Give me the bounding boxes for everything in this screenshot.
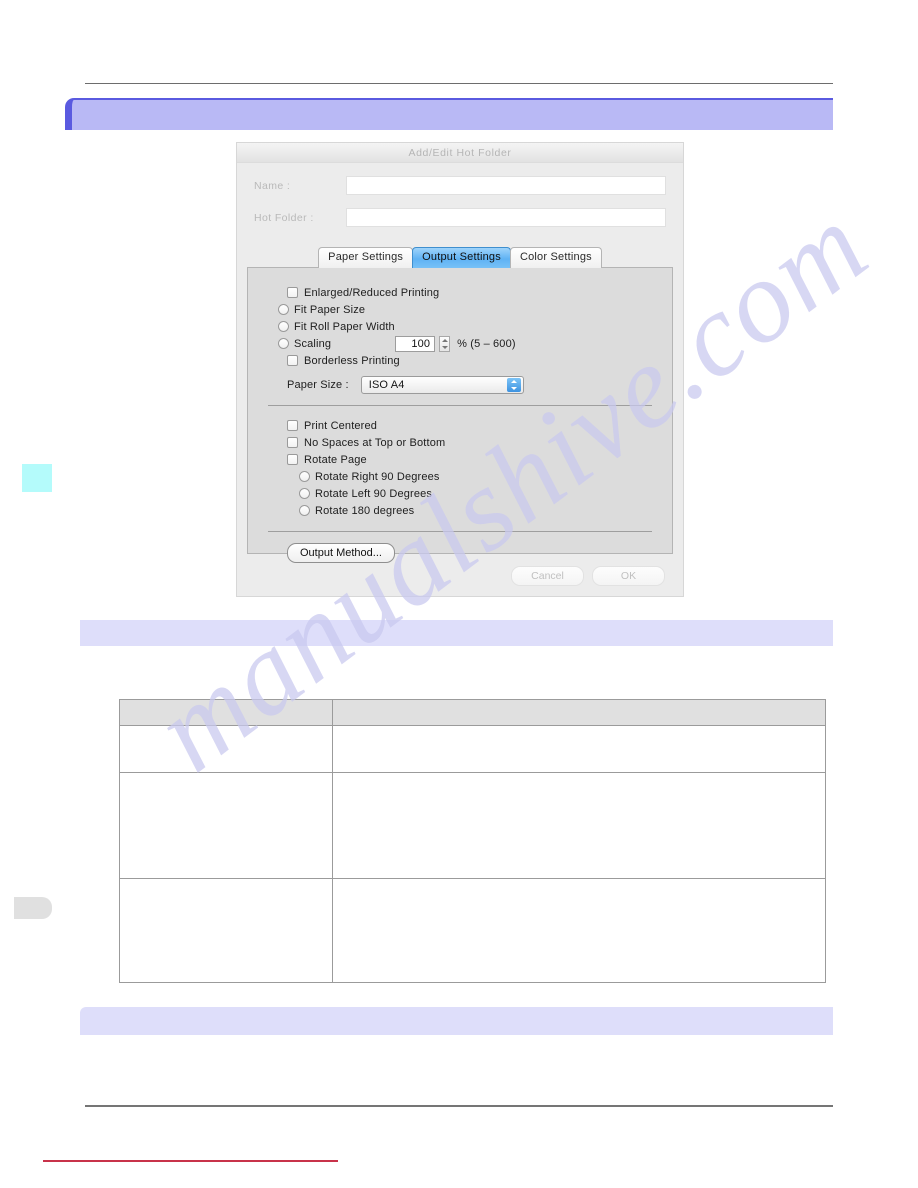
no-spaces-label: No Spaces at Top or Bottom bbox=[304, 436, 446, 449]
scaling-range-note: % (5 – 600) bbox=[457, 337, 516, 350]
checkbox-icon[interactable] bbox=[287, 437, 298, 448]
section-banner-header bbox=[65, 98, 833, 130]
fit-paper-size-label: Fit Paper Size bbox=[294, 303, 366, 316]
output-settings-panel: Enlarged/Reduced Printing Fit Paper Size… bbox=[247, 267, 673, 563]
panel-divider-top bbox=[268, 405, 652, 406]
page-top-rule bbox=[85, 83, 833, 84]
ok-button[interactable]: OK bbox=[592, 566, 665, 586]
name-field-label: Name : bbox=[254, 179, 291, 192]
content-table bbox=[119, 699, 826, 983]
radio-icon[interactable] bbox=[278, 321, 289, 332]
dialog-title: Add/Edit Hot Folder bbox=[408, 146, 512, 159]
table-row bbox=[119, 772, 826, 879]
name-input[interactable] bbox=[346, 176, 666, 195]
radio-icon[interactable] bbox=[299, 505, 310, 516]
table-cell bbox=[119, 878, 333, 983]
radio-fit-roll-paper-width[interactable]: Fit Roll Paper Width bbox=[278, 318, 672, 335]
cancel-button[interactable]: Cancel bbox=[511, 566, 584, 586]
print-centered-label: Print Centered bbox=[304, 419, 378, 432]
rotate-page-row[interactable]: Rotate Page bbox=[287, 451, 672, 468]
rotate-page-label: Rotate Page bbox=[304, 453, 367, 466]
output-method-button[interactable]: Output Method... bbox=[287, 543, 395, 563]
page-bottom-rule bbox=[85, 1105, 833, 1107]
caret-down-icon bbox=[510, 386, 517, 390]
edge-tab-gray[interactable] bbox=[14, 897, 52, 919]
name-field-row: Name : bbox=[237, 176, 683, 195]
no-spaces-top-bottom-row[interactable]: No Spaces at Top or Bottom bbox=[287, 434, 672, 451]
borderless-printing-row[interactable]: Borderless Printing bbox=[287, 352, 672, 369]
radio-rotate-left-90[interactable]: Rotate Left 90 Degrees bbox=[299, 485, 672, 502]
table-cell bbox=[119, 772, 333, 879]
table-cell bbox=[332, 772, 826, 879]
page-footer-accent-rule bbox=[43, 1160, 338, 1162]
tab-container: Paper Settings Output Settings Color Set… bbox=[247, 247, 673, 563]
tab-paper-settings[interactable]: Paper Settings bbox=[318, 247, 414, 268]
scaling-stepper[interactable] bbox=[439, 335, 451, 352]
radio-icon[interactable] bbox=[278, 304, 289, 315]
radio-rotate-right-90[interactable]: Rotate Right 90 Degrees bbox=[299, 468, 672, 485]
dialog-titlebar: Add/Edit Hot Folder bbox=[237, 143, 683, 163]
radio-icon[interactable] bbox=[299, 471, 310, 482]
paper-size-row: Paper Size : ISO A4 bbox=[248, 375, 672, 394]
panel-divider-bottom bbox=[268, 531, 652, 532]
table-row bbox=[119, 725, 826, 773]
scaling-label: Scaling bbox=[294, 337, 332, 350]
enlarged-reduced-printing-label: Enlarged/Reduced Printing bbox=[304, 286, 440, 299]
caret-up-icon bbox=[510, 379, 517, 383]
hot-folder-field-row: Hot Folder : bbox=[237, 208, 683, 227]
borderless-printing-label: Borderless Printing bbox=[304, 354, 400, 367]
enlarged-reduced-printing-row[interactable]: Enlarged/Reduced Printing bbox=[287, 284, 672, 301]
scaling-input[interactable]: 100 bbox=[395, 335, 436, 352]
checkbox-icon[interactable] bbox=[287, 420, 298, 431]
dialog-footer: Cancel OK bbox=[237, 566, 683, 586]
select-stepper-icon[interactable] bbox=[506, 377, 521, 392]
hot-folder-field-label: Hot Folder : bbox=[254, 211, 314, 224]
print-centered-row[interactable]: Print Centered bbox=[287, 417, 672, 434]
paper-size-select[interactable]: ISO A4 bbox=[360, 375, 524, 394]
table-cell bbox=[332, 878, 826, 983]
caret-down-icon bbox=[441, 345, 448, 349]
radio-icon[interactable] bbox=[278, 338, 289, 349]
table-header-cell bbox=[332, 699, 826, 726]
paper-size-label: Paper Size : bbox=[287, 378, 349, 391]
edge-tab-cyan[interactable] bbox=[22, 464, 52, 492]
checkbox-icon[interactable] bbox=[287, 287, 298, 298]
checkbox-icon[interactable] bbox=[287, 454, 298, 465]
table-cell bbox=[119, 725, 333, 773]
section-banner-middle bbox=[80, 620, 833, 646]
radio-icon[interactable] bbox=[299, 488, 310, 499]
table-cell bbox=[332, 725, 826, 773]
tab-color-settings[interactable]: Color Settings bbox=[509, 247, 602, 268]
paper-size-value: ISO A4 bbox=[368, 378, 405, 391]
section-banner-footer bbox=[80, 1007, 833, 1035]
radio-fit-paper-size[interactable]: Fit Paper Size bbox=[278, 301, 672, 318]
checkbox-icon[interactable] bbox=[287, 355, 298, 366]
tab-strip: Paper Settings Output Settings Color Set… bbox=[247, 247, 673, 268]
rotate-180-label: Rotate 180 degrees bbox=[315, 504, 415, 517]
table-header-row bbox=[119, 699, 826, 726]
radio-scaling[interactable]: Scaling 100 % (5 – 600) bbox=[278, 335, 672, 352]
rotate-right-90-label: Rotate Right 90 Degrees bbox=[315, 470, 440, 483]
caret-up-icon bbox=[441, 338, 448, 342]
fit-roll-paper-width-label: Fit Roll Paper Width bbox=[294, 320, 395, 333]
radio-rotate-180[interactable]: Rotate 180 degrees bbox=[299, 502, 672, 519]
table-row bbox=[119, 878, 826, 983]
rotate-left-90-label: Rotate Left 90 Degrees bbox=[315, 487, 433, 500]
hot-folder-input[interactable] bbox=[346, 208, 666, 227]
tab-output-settings[interactable]: Output Settings bbox=[412, 247, 511, 268]
add-edit-hot-folder-dialog: Add/Edit Hot Folder Name : Hot Folder : … bbox=[236, 142, 684, 597]
table-header-cell bbox=[119, 699, 333, 726]
